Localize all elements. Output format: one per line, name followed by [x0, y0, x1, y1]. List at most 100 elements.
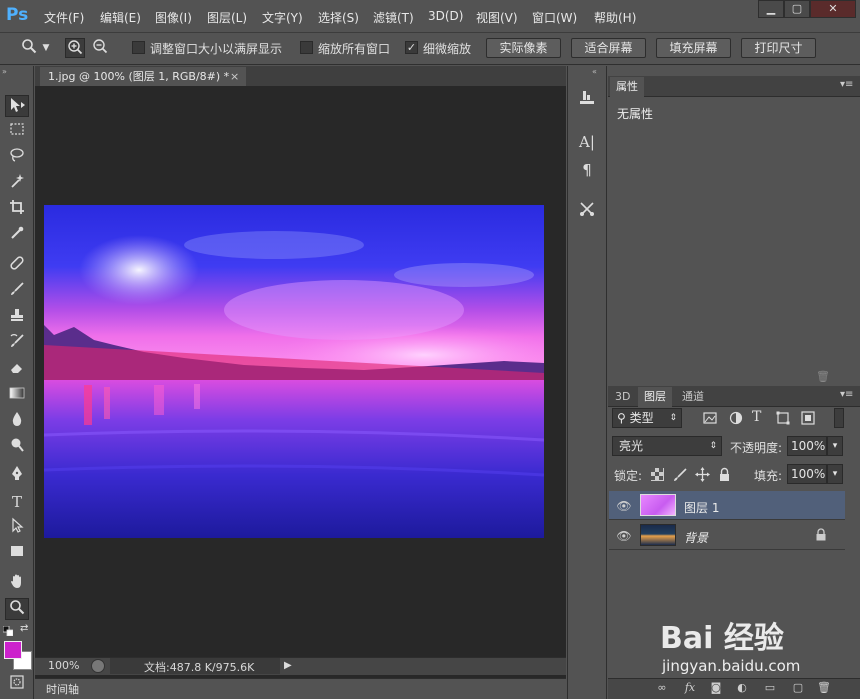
timeline-label[interactable]: 时间轴 — [46, 681, 79, 697]
fit-screen-button[interactable]: 适合屏幕 — [571, 38, 646, 58]
status-menu-arrow-icon[interactable]: ▶ — [284, 659, 294, 673]
menu-select[interactable]: 选择(S) — [318, 9, 359, 26]
magic-wand-tool-icon[interactable] — [5, 173, 29, 195]
zoom-out-icon[interactable] — [90, 38, 110, 58]
swap-colors-icon[interactable]: ⇄ — [20, 623, 31, 634]
restore-button[interactable]: ▢ — [784, 0, 810, 18]
lock-position-icon[interactable] — [695, 467, 710, 482]
path-selection-tool-icon[interactable] — [5, 517, 29, 539]
eyedropper-tool-icon[interactable] — [5, 225, 29, 247]
menu-3d[interactable]: 3D(D) — [428, 9, 463, 23]
add-mask-icon[interactable]: ◙ — [708, 680, 724, 696]
adjustment-layer-icon[interactable]: ◐ — [734, 680, 750, 696]
tab-3d[interactable]: 3D — [609, 387, 636, 407]
menu-file[interactable]: 文件(F) — [44, 9, 84, 26]
menu-edit[interactable]: 编辑(E) — [100, 9, 141, 26]
properties-menu-icon[interactable]: ▾≡ — [840, 79, 853, 90]
menu-window[interactable]: 窗口(W) — [532, 9, 577, 26]
menu-image[interactable]: 图像(I) — [155, 9, 192, 26]
eraser-tool-icon[interactable] — [5, 359, 29, 381]
menu-view[interactable]: 视图(V) — [476, 9, 518, 26]
status-info-icon[interactable] — [91, 659, 105, 673]
quick-mask-icon[interactable] — [5, 675, 29, 693]
magnifier-icon[interactable] — [19, 38, 39, 58]
rectangle-tool-icon[interactable] — [5, 543, 29, 565]
tools-collapse-icon[interactable]: » — [2, 67, 7, 76]
timeline-panel — [35, 678, 566, 699]
type-tool-icon[interactable]: T — [5, 491, 29, 513]
delete-layer-icon[interactable]: 🗑 — [816, 680, 832, 696]
link-layers-icon[interactable]: ∞ — [654, 680, 670, 696]
tab-properties[interactable]: 属性 — [610, 77, 644, 97]
new-layer-icon[interactable]: ▢ — [790, 680, 806, 696]
history-brush-tool-icon[interactable] — [5, 333, 29, 355]
lock-pixels-icon[interactable] — [673, 467, 688, 482]
filter-type-icon[interactable]: T — [752, 409, 761, 425]
expand-panels-icon[interactable]: « — [592, 67, 597, 76]
blur-tool-icon[interactable] — [5, 411, 29, 433]
lock-all-icon[interactable] — [717, 467, 732, 482]
character-panel-icon[interactable]: A| — [575, 130, 599, 154]
tab-channels[interactable]: 通道 — [676, 387, 710, 407]
menu-layer[interactable]: 图层(L) — [207, 9, 247, 26]
filter-toggle-switch[interactable] — [834, 408, 844, 428]
resize-windows-checkbox[interactable] — [132, 41, 145, 54]
menu-filter[interactable]: 滤镜(T) — [373, 9, 414, 26]
tool-presets-icon[interactable] — [575, 200, 599, 224]
zoom-level[interactable]: 100% — [48, 659, 79, 672]
close-tab-icon[interactable]: × — [230, 67, 239, 86]
background-visibility-eye-icon[interactable]: 👁 — [616, 528, 632, 544]
lasso-tool-icon[interactable] — [5, 147, 29, 169]
properties-trash-icon[interactable]: 🗑 — [816, 370, 830, 383]
history-panel-icon[interactable] — [575, 88, 599, 112]
filter-shape-icon[interactable] — [775, 410, 791, 426]
opacity-chevron-icon[interactable]: ▾ — [827, 436, 843, 456]
menu-type[interactable]: 文字(Y) — [262, 9, 303, 26]
gradient-tool-icon[interactable] — [5, 385, 29, 407]
default-colors-icon[interactable] — [2, 625, 14, 637]
lock-transparent-icon[interactable] — [651, 468, 664, 481]
actual-pixels-button[interactable]: 实际像素 — [486, 38, 561, 58]
new-group-icon[interactable]: ▭ — [762, 680, 778, 696]
document-tab[interactable]: 1.jpg @ 100% (图层 1, RGB/8#) * × — [40, 67, 246, 86]
tab-layers[interactable]: 图层 — [638, 387, 672, 407]
menu-help[interactable]: 帮助(H) — [594, 9, 636, 26]
canvas-image[interactable] — [44, 205, 544, 538]
resize-windows-label: 调整窗口大小以满屏显示 — [150, 42, 283, 56]
zoom-tool-icon[interactable] — [5, 598, 29, 620]
layers-menu-icon[interactable]: ▾≡ — [840, 389, 853, 400]
hand-tool-icon[interactable] — [5, 573, 29, 595]
fill-chevron-icon[interactable]: ▾ — [827, 464, 843, 484]
paragraph-panel-icon[interactable]: ¶ — [575, 158, 599, 182]
filter-search-icon: ⚲ — [617, 411, 626, 425]
clone-stamp-tool-icon[interactable] — [5, 307, 29, 329]
fill-input[interactable]: 100% — [787, 464, 827, 484]
zoom-all-windows-checkbox[interactable] — [300, 41, 313, 54]
crop-tool-icon[interactable] — [5, 199, 29, 221]
layer1-visibility-eye-icon[interactable]: 👁 — [616, 498, 632, 514]
document-tab-title: 1.jpg @ 100% (图层 1, RGB/8#) * — [48, 70, 230, 83]
scrubby-zoom-checkbox[interactable]: ✓ — [405, 41, 418, 54]
pen-tool-icon[interactable] — [5, 465, 29, 487]
filter-pixel-icon[interactable] — [702, 410, 718, 426]
opacity-input[interactable]: 100% — [787, 436, 827, 456]
filter-smart-object-icon[interactable] — [800, 410, 816, 426]
foreground-color-swatch[interactable] — [4, 641, 22, 659]
dodge-tool-icon[interactable] — [5, 437, 29, 459]
brush-tool-icon[interactable] — [5, 281, 29, 303]
print-size-button[interactable]: 打印尺寸 — [741, 38, 816, 58]
healing-brush-tool-icon[interactable] — [5, 255, 29, 277]
zoom-in-icon[interactable] — [65, 38, 85, 58]
move-tool-icon[interactable] — [5, 95, 29, 117]
blend-mode-select[interactable]: 亮光 ⇕ — [612, 436, 722, 456]
tool-preset-chevron-icon[interactable]: ▼ — [40, 38, 52, 58]
minimize-button[interactable]: ▁ — [758, 0, 784, 18]
fill-screen-button[interactable]: 填充屏幕 — [656, 38, 731, 58]
background-layer-name[interactable]: 背景 — [684, 529, 708, 546]
layer-style-icon[interactable]: fx — [682, 680, 698, 696]
layer1-name[interactable]: 图层 1 — [684, 499, 719, 516]
layer-filter-select[interactable]: ⚲ 类型 ⇕ — [612, 408, 682, 428]
close-window-button[interactable]: ✕ — [810, 0, 856, 18]
marquee-tool-icon[interactable] — [5, 121, 29, 143]
filter-adjustment-icon[interactable] — [728, 410, 744, 426]
